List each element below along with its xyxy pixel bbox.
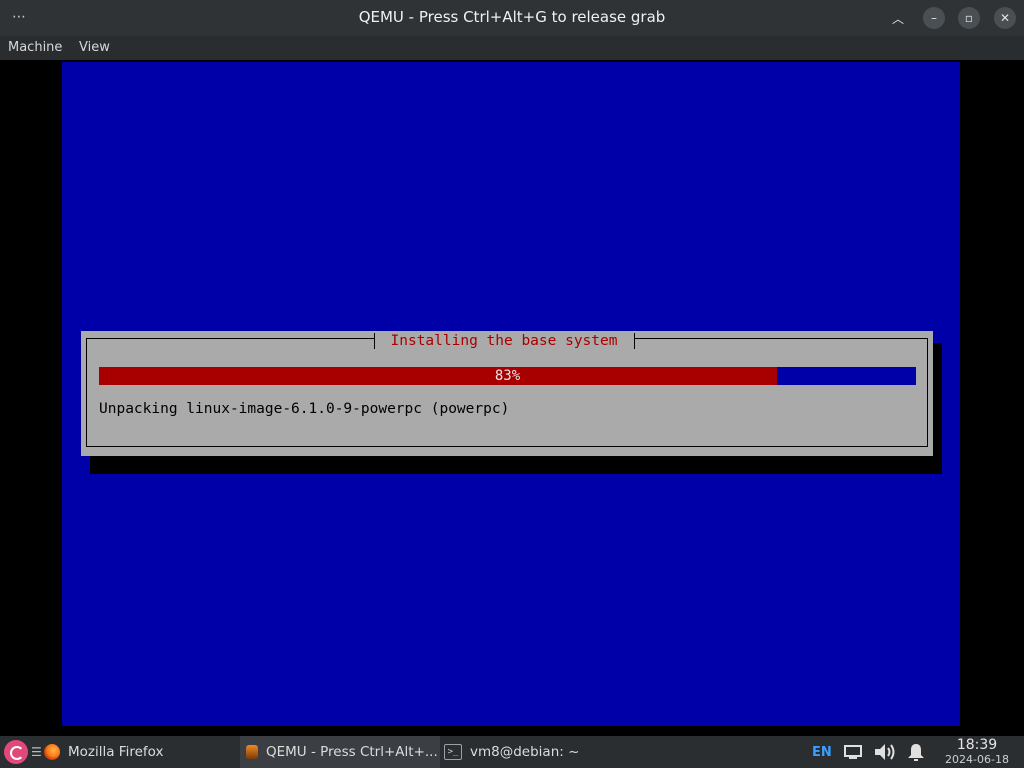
debian-start-icon[interactable]	[4, 740, 28, 764]
qemu-icon	[246, 745, 258, 759]
menu-icon[interactable]: ☰	[31, 736, 42, 768]
bell-icon[interactable]	[905, 736, 927, 768]
progress-label: 83%	[494, 368, 521, 384]
task-label: Mozilla Firefox	[68, 744, 164, 760]
title-divider-right	[634, 333, 635, 349]
dialog-title-wrap: Installing the base system	[374, 331, 634, 351]
close-button[interactable]: ✕	[994, 7, 1016, 29]
task-terminal[interactable]: >_ vm8@debian: ~	[444, 736, 644, 768]
menu-machine[interactable]: Machine	[8, 36, 62, 59]
firefox-icon	[44, 744, 60, 760]
task-label: vm8@debian: ~	[470, 744, 580, 760]
menu-bar: Machine View	[0, 36, 1024, 60]
task-firefox[interactable]: Mozilla Firefox	[44, 736, 234, 768]
maximize-button[interactable]: ▫	[958, 7, 980, 29]
chevron-up-icon[interactable]: ︿	[887, 7, 909, 29]
taskbar: ☰ Mozilla Firefox QEMU - Press Ctrl+Alt+…	[0, 736, 1024, 768]
clock-date: 2024-06-18	[945, 753, 1009, 766]
dialog-frame	[86, 338, 928, 447]
task-qemu[interactable]: QEMU - Press Ctrl+Alt+...	[240, 736, 440, 768]
title-bar: ⋯ QEMU - Press Ctrl+Alt+G to release gra…	[0, 0, 1024, 36]
terminal-icon: >_	[444, 744, 462, 760]
window-title: QEMU - Press Ctrl+Alt+G to release grab	[358, 8, 666, 26]
clock[interactable]: 18:39 2024-06-18	[930, 736, 1024, 766]
clock-time: 18:39	[956, 737, 998, 753]
installer-dialog: Installing the base system 83% Unpacking…	[81, 331, 933, 456]
lang-indicator[interactable]: EN	[812, 736, 832, 768]
status-text: Unpacking linux-image-6.1.0-9-powerpc (p…	[99, 401, 510, 417]
menu-view[interactable]: View	[79, 36, 110, 59]
title-divider-left	[374, 333, 375, 349]
task-label: QEMU - Press Ctrl+Alt+...	[266, 744, 438, 760]
progress-bar: 83%	[99, 367, 916, 385]
volume-icon[interactable]	[873, 736, 897, 768]
dialog-title: Installing the base system	[390, 333, 618, 349]
minimize-button[interactable]: –	[923, 7, 945, 29]
display-icon[interactable]	[844, 736, 862, 768]
